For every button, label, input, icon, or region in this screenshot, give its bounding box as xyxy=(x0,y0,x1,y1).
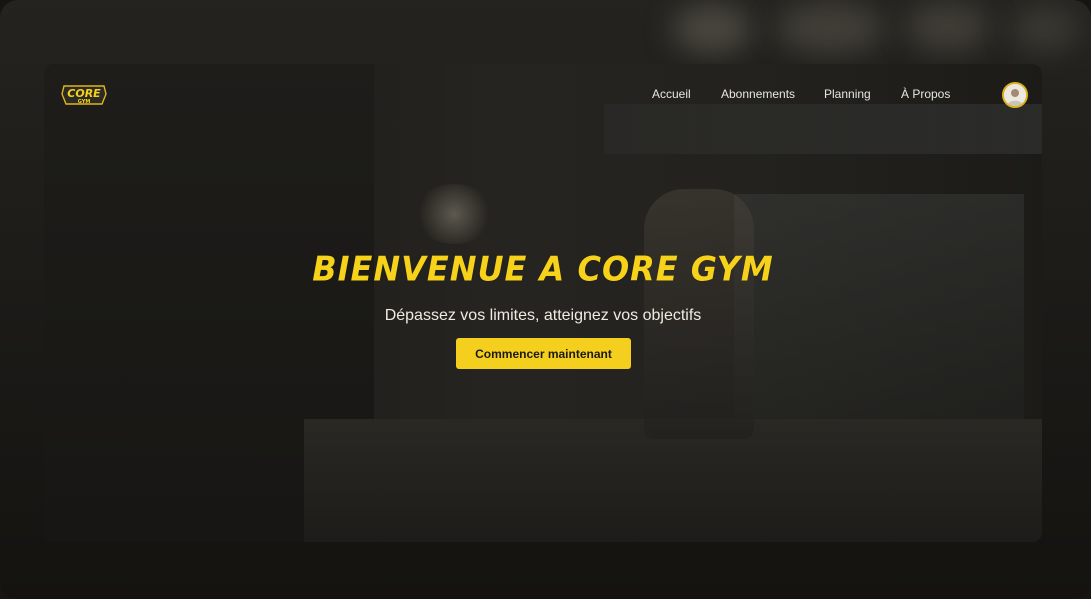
hero-section: CORE GYM Accueil Abonnements Planning À … xyxy=(44,64,1042,542)
gym-background-light xyxy=(414,184,494,244)
start-now-button[interactable]: Commencer maintenant xyxy=(456,338,631,369)
nav-link-accueil[interactable]: Accueil xyxy=(652,87,691,101)
hero-title: BIENVENUE A CORE GYM xyxy=(312,249,774,289)
core-gym-logo[interactable]: CORE GYM xyxy=(60,80,108,110)
backdrop-blur-blob xyxy=(1010,6,1080,52)
logo-sub: GYM xyxy=(78,99,91,105)
logo-badge-icon: CORE GYM xyxy=(61,85,107,105)
hero-subtitle: Dépassez vos limites, atteignez vos obje… xyxy=(384,307,702,324)
backdrop-blur-blob xyxy=(775,2,885,54)
top-navigation: CORE GYM Accueil Abonnements Planning À … xyxy=(44,64,1042,126)
backdrop-blur-blob xyxy=(905,2,990,52)
page-backdrop: CORE GYM Accueil Abonnements Planning À … xyxy=(0,0,1091,599)
nav-link-planning[interactable]: Planning xyxy=(824,87,871,101)
user-avatar-icon xyxy=(1004,84,1026,106)
user-avatar[interactable] xyxy=(1002,82,1028,108)
backdrop-blur-blob xyxy=(672,4,752,54)
nav-link-abonnements[interactable]: Abonnements xyxy=(721,87,795,101)
nav-link-a-propos[interactable]: À Propos xyxy=(901,87,950,101)
